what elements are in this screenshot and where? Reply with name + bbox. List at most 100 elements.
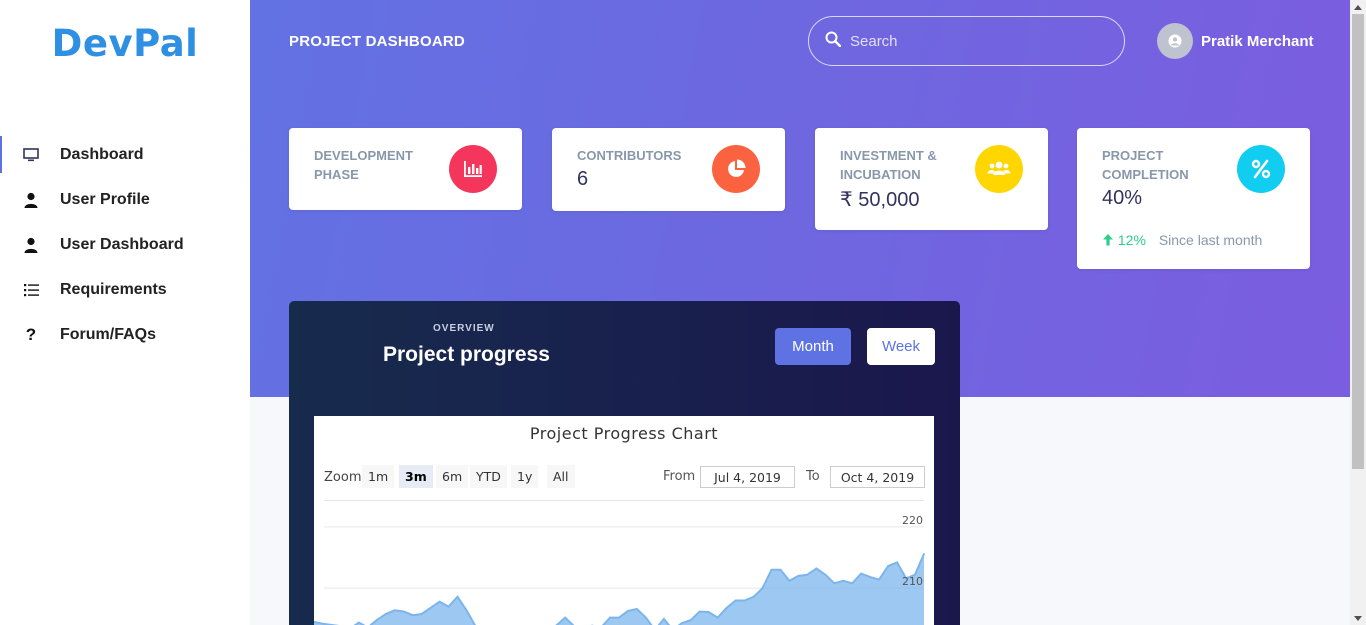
card-value: 6	[577, 168, 589, 190]
search-icon	[825, 31, 842, 52]
stat-card-investment: INVESTMENT & INCUBATION ₹ 50,000	[815, 128, 1048, 230]
sidebar-item-label: Forum/FAQs	[60, 325, 157, 343]
question-icon: ?	[25, 325, 37, 344]
sidebar-item-forum-faqs[interactable]: ? Forum/FAQs	[0, 312, 250, 357]
data-point	[743, 599, 746, 602]
data-point	[779, 569, 782, 571]
data-point	[411, 614, 414, 616]
data-point	[761, 587, 764, 589]
data-point	[887, 565, 889, 567]
user-circle-icon	[1168, 34, 1182, 48]
change-percent: 12%	[1117, 232, 1146, 248]
data-point	[465, 609, 468, 612]
avatar[interactable]	[1157, 23, 1193, 59]
sidebar-item-user-profile[interactable]: User Profile	[0, 177, 250, 222]
zoom-6m-button[interactable]: 6m	[436, 465, 469, 488]
zoom-1y-button[interactable]: 1y	[511, 465, 539, 488]
zoom-all-button[interactable]: All	[547, 465, 575, 488]
completion-change: 12% Since last month	[1102, 232, 1262, 248]
data-point	[447, 605, 450, 608]
scroll-thumb[interactable]	[1352, 14, 1364, 469]
data-point	[429, 607, 432, 609]
data-point	[896, 561, 898, 564]
data-point	[824, 573, 827, 576]
card-label: PROJECT COMPLETION	[1102, 148, 1189, 182]
data-point	[618, 616, 620, 619]
overview-panel: OVERVIEW Project progress Month Week Pro…	[289, 301, 960, 625]
zoom-ytd-button[interactable]: YTD	[470, 465, 507, 488]
search-input[interactable]	[850, 32, 1100, 50]
user-icon	[22, 191, 40, 209]
data-point	[609, 616, 611, 619]
zoom-3m-button[interactable]: 3m	[399, 465, 433, 488]
panel-title: Project progress	[383, 343, 550, 366]
data-point	[681, 622, 683, 624]
data-point	[725, 607, 728, 609]
arrow-up-icon	[1102, 232, 1114, 248]
zoom-label: Zoom	[324, 470, 362, 485]
stat-card-development-phase: DEVELOPMENT PHASE	[289, 128, 522, 210]
data-point	[438, 600, 441, 603]
user-menu[interactable]: Pratik Merchant	[1157, 23, 1314, 59]
data-point	[420, 613, 423, 615]
page-title[interactable]: PROJECT DASHBOARD	[289, 33, 465, 50]
data-point	[716, 616, 719, 619]
chart-plot-area: 220 210	[314, 500, 925, 625]
sidebar-item-dashboard[interactable]: Dashboard	[0, 132, 250, 177]
progress-chart: Project Progress Chart Zoom 1m 3m 6m YTD…	[314, 416, 934, 625]
month-button[interactable]: Month	[775, 328, 851, 365]
data-point	[788, 580, 791, 582]
card-value: 40%	[1102, 187, 1143, 209]
zoom-1m-button[interactable]: 1m	[362, 465, 395, 488]
user-name[interactable]: Pratik Merchant	[1201, 33, 1314, 50]
pie-chart-icon	[712, 145, 760, 193]
series-area	[314, 553, 924, 625]
search-box[interactable]	[808, 16, 1125, 66]
data-point	[564, 616, 566, 619]
data-point	[869, 576, 871, 578]
list-icon	[22, 281, 40, 299]
y-tick-label: 220	[902, 514, 923, 527]
bar-chart-icon	[449, 145, 497, 193]
scroll-up-arrow[interactable]	[1350, 0, 1366, 14]
data-point	[878, 578, 880, 581]
data-point	[358, 621, 360, 624]
y-tick-label: 210	[902, 575, 923, 588]
sidebar-item-label: User Dashboard	[60, 235, 184, 253]
chart-title: Project Progress Chart	[529, 424, 719, 443]
data-point	[402, 610, 405, 613]
data-point	[663, 618, 665, 620]
week-button[interactable]: Week	[867, 328, 935, 365]
change-note: Since last month	[1158, 232, 1263, 248]
data-point	[734, 599, 737, 602]
data-point	[690, 619, 692, 621]
data-point	[797, 575, 800, 577]
data-point	[393, 609, 396, 612]
data-point	[815, 567, 818, 570]
data-point	[833, 582, 836, 585]
sidebar-item-user-dashboard[interactable]: User Dashboard	[0, 222, 250, 267]
stat-card-project-completion: PROJECT COMPLETION 40% 12% Since last mo…	[1077, 128, 1310, 269]
scroll-down-arrow[interactable]	[1350, 611, 1366, 625]
overview-kicker: OVERVIEW	[433, 323, 495, 334]
card-value: ₹ 50,000	[840, 189, 920, 211]
page-scrollbar[interactable]	[1350, 0, 1366, 625]
sidebar-item-label: Requirements	[60, 280, 167, 298]
percent-icon	[1237, 145, 1285, 193]
data-point	[322, 623, 324, 625]
sidebar-item-label: Dashboard	[60, 145, 144, 163]
users-icon	[975, 145, 1023, 193]
to-date-input[interactable]: Oct 4, 2019	[830, 466, 925, 488]
from-label: From	[663, 469, 696, 484]
from-date-input[interactable]: Jul 4, 2019	[700, 466, 795, 488]
data-point	[627, 610, 629, 612]
sidebar-nav: Dashboard User Profile User Dashboard Re…	[0, 132, 250, 357]
data-point	[636, 608, 638, 610]
data-point	[860, 572, 862, 575]
brand-logo[interactable]: DevPal	[0, 22, 250, 65]
data-point	[842, 580, 845, 582]
sidebar-item-requirements[interactable]: Requirements	[0, 267, 250, 312]
monitor-icon	[22, 146, 40, 164]
data-point	[698, 610, 701, 613]
data-point	[385, 613, 387, 615]
